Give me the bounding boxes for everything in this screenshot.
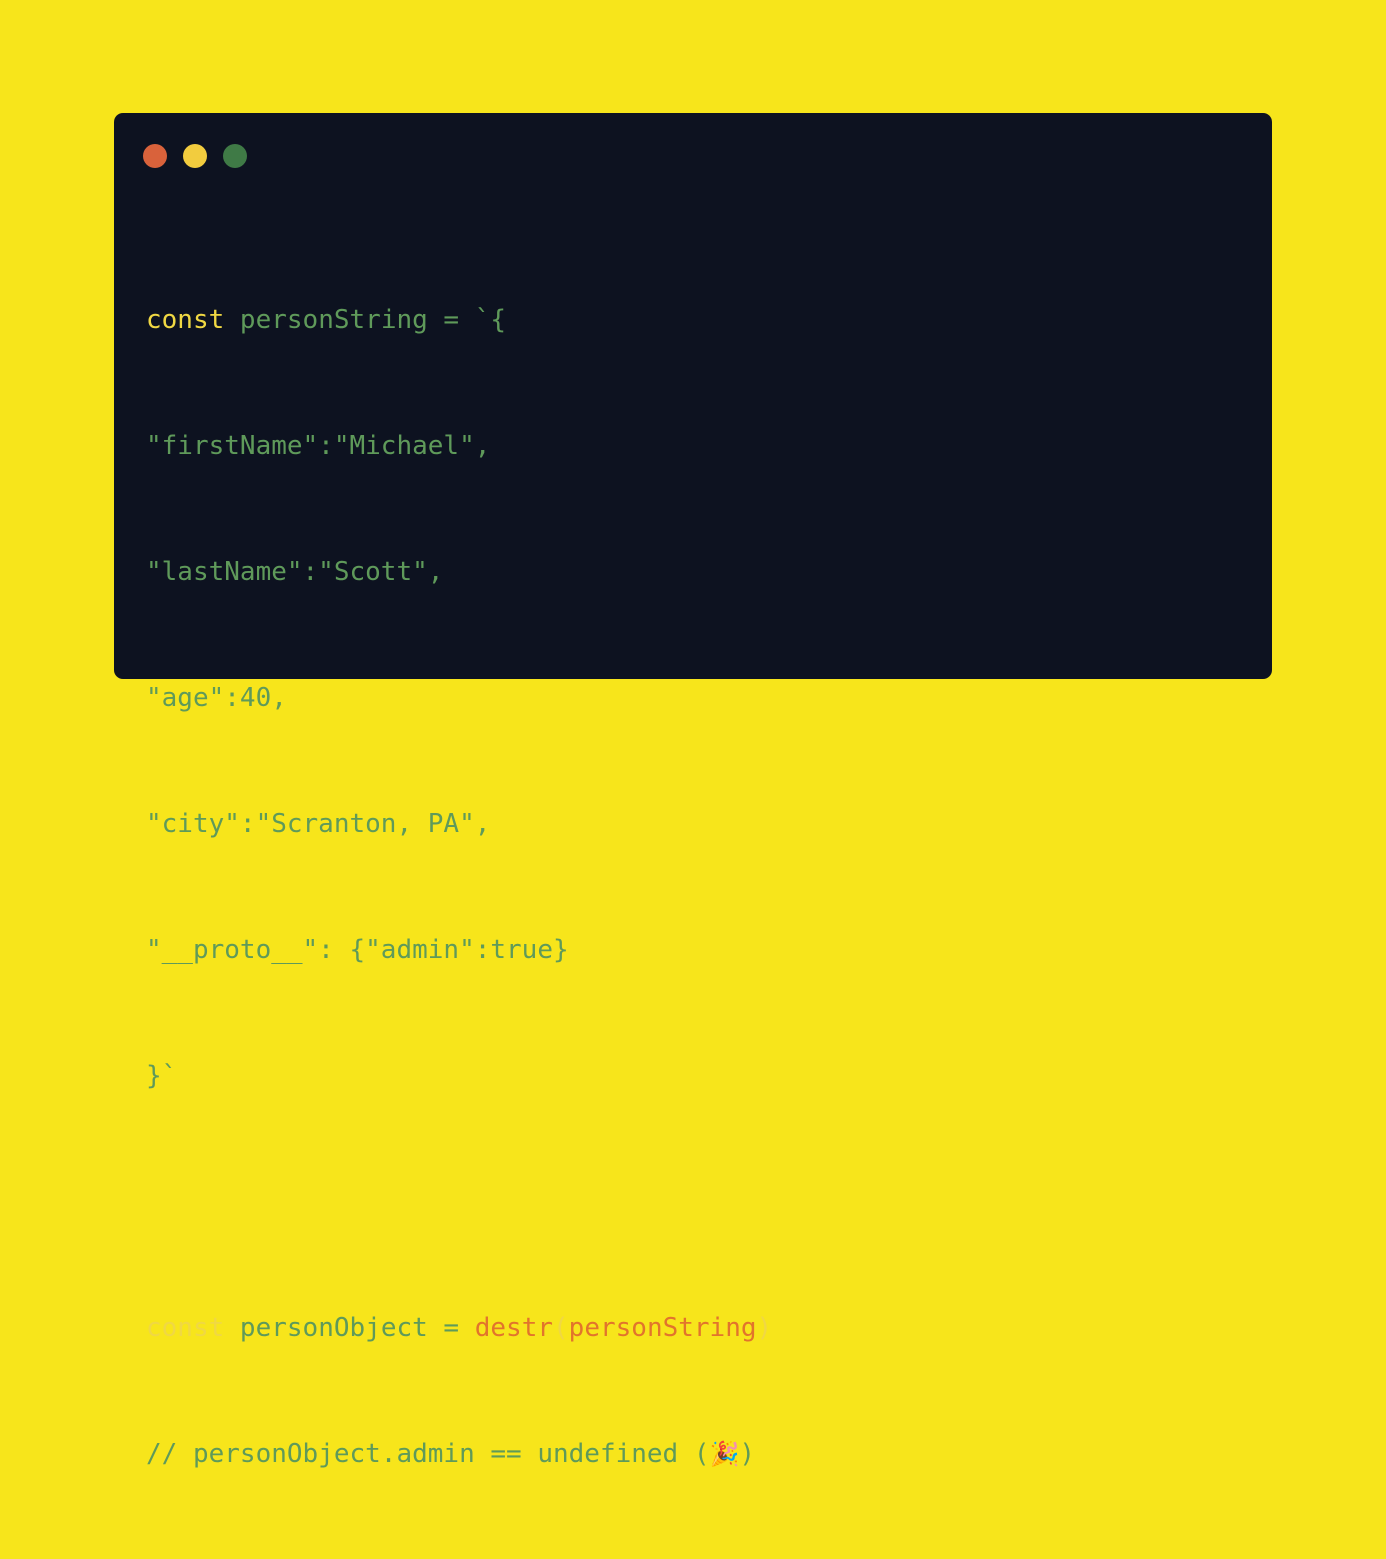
code-window: const personString = `{ "firstName":"Mic…: [114, 113, 1272, 1469]
window-controls: [143, 144, 247, 168]
code-line-3: "lastName":"Scott",: [146, 557, 444, 587]
party-popper-icon: 🎉: [709, 1440, 740, 1468]
keyword-const: const: [146, 305, 225, 335]
code-line-7: }`: [146, 1061, 178, 1091]
comment: // personObject.admin == undefined (: [146, 1439, 710, 1469]
code-line-10: // personObject.admin == undefined (🎉): [146, 1439, 756, 1469]
maximize-dot[interactable]: [223, 144, 247, 168]
function-argument: personString: [568, 1313, 757, 1343]
close-dot[interactable]: [143, 144, 167, 168]
minimize-dot[interactable]: [183, 144, 207, 168]
keyword-const: const: [146, 1313, 225, 1343]
code-line-6: "__proto__": {"admin":true}: [146, 935, 569, 965]
code-line-2: "firstName":"Michael",: [146, 431, 491, 461]
function-call: destr: [474, 1313, 554, 1343]
code-block: const personString = `{ "firstName":"Mic…: [146, 215, 772, 1559]
code-line-4: "age":40,: [146, 683, 287, 713]
code-line-9: const personObject = destr(personString): [146, 1313, 773, 1343]
code-line-5: "city":"Scranton, PA",: [146, 809, 491, 839]
code-line-1: const personString = `{: [146, 305, 507, 335]
